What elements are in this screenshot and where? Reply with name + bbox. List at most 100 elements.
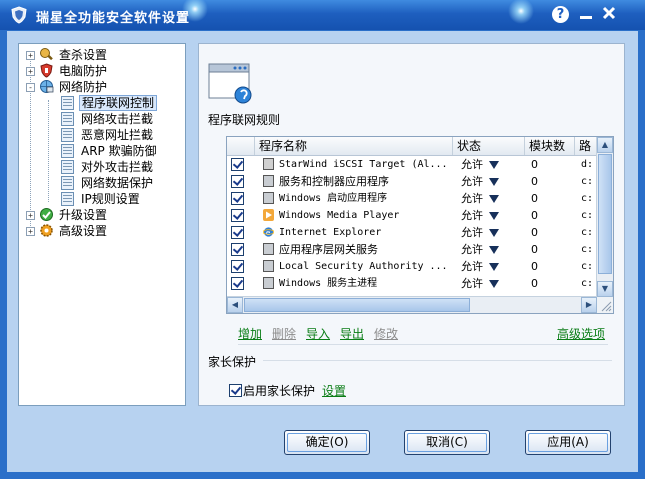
table-row[interactable]: Local Security Authority ... 允许 0 c: [227, 258, 597, 275]
checkbox-column-header [227, 137, 255, 155]
page-icon [61, 128, 74, 142]
table-row[interactable]: 服务和控制器应用程序 允许 0 c: [227, 173, 597, 190]
cell-status[interactable]: 允许 [461, 207, 521, 224]
status-value: 允许 [461, 192, 483, 205]
cell-status[interactable]: 允许 [461, 258, 521, 275]
scroll-left-icon[interactable]: ◀ [227, 297, 243, 313]
row-checkbox[interactable] [231, 243, 244, 256]
tree-label: IP规则设置 [81, 192, 140, 206]
cell-modules: 0 [531, 226, 538, 239]
scroll-thumb[interactable] [244, 298, 470, 312]
column-header-path[interactable]: 路 [575, 137, 597, 155]
export-link[interactable]: 导出 [340, 325, 364, 342]
green-upgrade-icon [40, 208, 53, 221]
minimize-icon [580, 16, 592, 19]
network-globe-icon [40, 80, 54, 93]
cell-path: c: [581, 278, 594, 289]
dropdown-arrow-icon[interactable] [489, 263, 499, 271]
import-link[interactable]: 导入 [306, 325, 330, 342]
dropdown-arrow-icon[interactable] [489, 195, 499, 203]
divider [238, 344, 608, 345]
apply-button[interactable]: 应用(A) [525, 430, 611, 455]
dropdown-arrow-icon[interactable] [489, 178, 499, 186]
tree-line [30, 56, 31, 226]
scroll-down-icon[interactable]: ▼ [597, 281, 613, 297]
page-icon [61, 112, 74, 126]
row-checkbox[interactable] [231, 175, 244, 188]
enable-parental-label[interactable]: 启用家长保护 [243, 382, 315, 399]
cell-status[interactable]: 允许 [461, 275, 521, 292]
table-row[interactable]: Windows 启动应用程序 允许 0 c: [227, 190, 597, 207]
svg-text:e: e [266, 228, 271, 237]
enable-parental-checkbox[interactable] [229, 384, 242, 397]
row-checkbox[interactable] [231, 192, 244, 205]
advanced-options-link[interactable]: 高级选项 [557, 325, 605, 342]
table-row[interactable]: Windows 服务主进程 允许 0 c: [227, 275, 597, 292]
modify-link[interactable]: 修改 [374, 325, 398, 342]
expand-icon[interactable]: + [26, 67, 35, 76]
divider [263, 360, 612, 361]
ok-button[interactable]: 确定(O) [284, 430, 370, 455]
dropdown-arrow-icon[interactable] [489, 212, 499, 220]
scroll-thumb[interactable] [598, 154, 612, 274]
parental-settings-link[interactable]: 设置 [322, 382, 346, 399]
tree-label: 对外攻击拦截 [81, 160, 154, 174]
row-checkbox[interactable] [231, 277, 244, 290]
row-checkbox[interactable] [231, 260, 244, 273]
cell-status[interactable]: 允许 [461, 156, 521, 173]
status-value: 允许 [461, 175, 483, 188]
cell-modules: 0 [531, 158, 538, 171]
title-bar[interactable]: 瑞星全功能安全软件设置 ? [0, 0, 645, 30]
delete-link[interactable]: 删除 [272, 325, 296, 342]
status-value: 允许 [461, 243, 483, 256]
window-title: 瑞星全功能安全软件设置 [36, 11, 191, 26]
dropdown-arrow-icon[interactable] [489, 280, 499, 288]
column-header-modules[interactable]: 模块数 [525, 137, 575, 155]
program-icon [263, 192, 274, 204]
resize-grip-icon[interactable] [597, 297, 613, 313]
close-icon [602, 6, 616, 20]
program-rules-table[interactable]: 程序名称 状态 模块数 路 StarWind iSCSI Target (Al.… [226, 136, 614, 314]
expand-icon[interactable]: + [26, 227, 35, 236]
status-value: 允许 [461, 209, 483, 222]
tree-label: 恶意网址拦截 [81, 128, 154, 142]
vertical-scrollbar[interactable]: ▲ ▼ [596, 137, 613, 297]
table-row[interactable]: 应用程序层网关服务 允许 0 c: [227, 241, 597, 258]
cell-status[interactable]: 允许 [461, 173, 521, 190]
dropdown-arrow-icon[interactable] [489, 161, 499, 169]
column-header-status[interactable]: 状态 [453, 137, 525, 155]
scroll-right-icon[interactable]: ▶ [581, 297, 597, 313]
cell-path: c: [581, 244, 594, 255]
tree-line [48, 100, 49, 202]
settings-window: 瑞星全功能安全软件设置 ? + 查杀设置 + 电脑防护 - 网络防护 程序联网控… [0, 0, 645, 479]
tree-label-selected: 程序联网控制 [79, 95, 158, 111]
table-row[interactable]: e Internet Explorer 允许 0 c: [227, 224, 597, 241]
dropdown-arrow-icon[interactable] [489, 246, 499, 254]
help-button[interactable]: ? [552, 6, 569, 23]
tree-label: 高级设置 [59, 224, 108, 238]
collapse-icon[interactable]: - [26, 83, 35, 92]
cell-status[interactable]: 允许 [461, 241, 521, 258]
horizontal-scrollbar[interactable]: ◀ ▶ [227, 296, 597, 313]
cell-status[interactable]: 允许 [461, 224, 521, 241]
minimize-button[interactable] [577, 6, 595, 24]
app-shield-icon [11, 6, 27, 24]
table-row[interactable]: Windows Media Player 允许 0 c: [227, 207, 597, 224]
cell-status[interactable]: 允许 [461, 190, 521, 207]
column-header-name[interactable]: 程序名称 [255, 137, 453, 155]
add-link[interactable]: 增加 [238, 325, 262, 342]
row-checkbox[interactable] [231, 226, 244, 239]
cell-path: c: [581, 210, 594, 221]
close-button[interactable] [600, 6, 618, 24]
cell-modules: 0 [531, 243, 538, 256]
dropdown-arrow-icon[interactable] [489, 229, 499, 237]
scroll-up-icon[interactable]: ▲ [597, 137, 613, 153]
internet-explorer-icon: e [263, 227, 274, 237]
expand-icon[interactable]: + [26, 211, 35, 220]
cell-name: 服务和控制器应用程序 [279, 175, 389, 188]
row-checkbox[interactable] [231, 158, 244, 171]
expand-icon[interactable]: + [26, 51, 35, 60]
table-row[interactable]: StarWind iSCSI Target (Al... 允许 0 d: [227, 156, 597, 173]
row-checkbox[interactable] [231, 209, 244, 222]
cancel-button[interactable]: 取消(C) [404, 430, 490, 455]
